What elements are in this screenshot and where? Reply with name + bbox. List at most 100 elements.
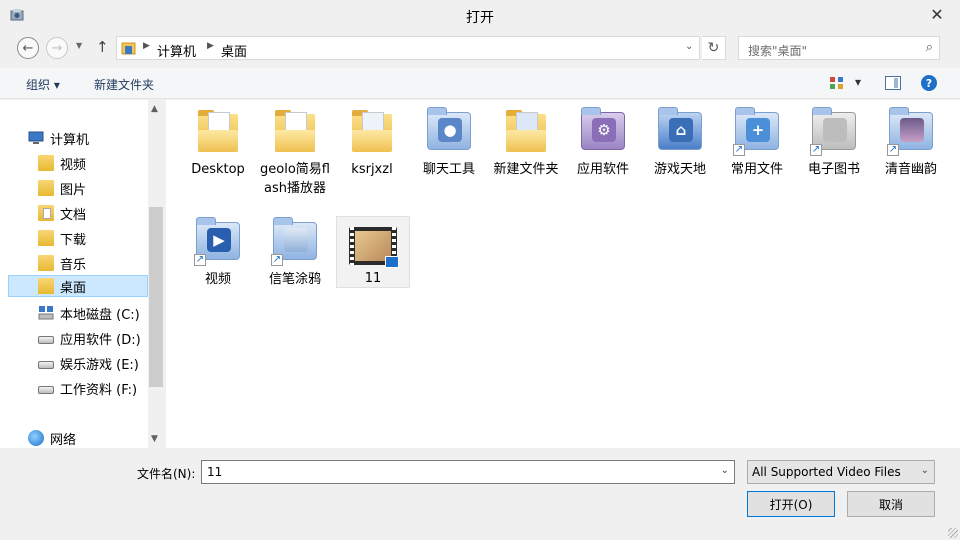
sidebar-item-computer[interactable]: 计算机 — [28, 127, 89, 149]
close-icon[interactable]: ✕ — [914, 0, 960, 28]
window-title: 打开 — [466, 10, 494, 26]
filename-field[interactable]: 11 ⌄ — [201, 460, 735, 484]
file-item-ebooks[interactable]: ↗ 电子图书 — [796, 106, 872, 179]
preview-pane-icon[interactable] — [885, 76, 901, 90]
folder-icon — [502, 106, 550, 154]
navigation-pane: 计算机 视频 图片 文档 下载 音乐 桌面 本地磁盘 (C:) 应用软件 (D:… — [0, 100, 164, 448]
sidebar-item-documents[interactable]: 文档 — [38, 202, 86, 224]
file-name: 常用文件 — [730, 162, 783, 177]
forward-button[interactable]: → — [46, 37, 68, 59]
folder-icon — [38, 278, 54, 294]
sidebar-item-videos[interactable]: 视频 — [38, 152, 86, 174]
video-file-icon — [349, 219, 399, 268]
file-name: 清音幽韵 — [884, 162, 937, 177]
file-name: ksrjxzl — [351, 162, 393, 177]
sidebar-item-network[interactable]: 网络 — [28, 427, 76, 449]
filename-value[interactable]: 11 — [207, 465, 222, 479]
drive-icon — [38, 306, 54, 320]
file-item-video-11[interactable]: 11 — [336, 216, 410, 288]
file-item-chat-tools[interactable]: ● 聊天工具 — [411, 106, 487, 179]
view-options-icon[interactable] — [829, 76, 845, 90]
chevron-down-icon[interactable]: ⌄ — [921, 465, 929, 476]
sidebar-item-pictures[interactable]: 图片 — [38, 177, 86, 199]
file-list: Desktop geolo简易flash播放器 ksrjxzl ● 聊天工具 新… — [166, 100, 960, 448]
sidebar-item-label: 图片 — [60, 182, 87, 198]
file-name: 应用软件 — [576, 162, 629, 177]
sidebar-item-label: 下载 — [60, 232, 87, 248]
sidebar-item-label: 文档 — [60, 207, 87, 223]
file-item-applications[interactable]: ⚙ 应用软件 — [565, 106, 641, 179]
organize-button[interactable]: 组织 ▾ — [26, 76, 60, 93]
scrollbar-thumb[interactable] — [149, 207, 163, 387]
nav-scrollbar[interactable]: ▲ ▼ — [148, 100, 164, 448]
sidebar-item-drive-e[interactable]: 娱乐游戏 (E:) — [38, 352, 139, 374]
sidebar-item-downloads[interactable]: 下载 — [38, 227, 86, 249]
shortcut-folder-icon: ▶ ↗ — [194, 216, 242, 266]
cancel-button[interactable]: 取消 — [847, 491, 935, 517]
file-item-desktop[interactable]: Desktop — [180, 106, 256, 179]
sidebar-item-label: 网络 — [50, 432, 77, 448]
sidebar-item-label: 工作资料 (F:) — [60, 382, 138, 398]
open-button[interactable]: 打开(O) — [747, 491, 835, 517]
folder-icon — [38, 180, 54, 196]
shortcut-folder-icon: + ↗ — [733, 106, 781, 156]
chevron-down-icon[interactable]: ⌄ — [721, 465, 729, 476]
file-item-ksrjxzl[interactable]: ksrjxzl — [334, 106, 410, 179]
file-item-games[interactable]: ⌂ 游戏天地 — [642, 106, 718, 179]
search-icon[interactable]: ⌕ — [926, 40, 933, 55]
folder-icon — [38, 255, 54, 271]
file-item-doodle[interactable]: ↗ 信笔涂鸦 — [257, 216, 333, 289]
file-item-new-folder[interactable]: 新建文件夹 — [488, 106, 564, 179]
file-name: geolo简易flash播放器 — [260, 162, 330, 196]
sidebar-item-drive-f[interactable]: 工作资料 (F:) — [38, 377, 137, 399]
title-bar: 打开 ✕ — [0, 0, 960, 31]
file-name: Desktop — [191, 162, 245, 177]
back-button[interactable]: ← — [17, 37, 39, 59]
search-placeholder: 搜索"桌面" — [748, 44, 808, 58]
folder-icon — [121, 42, 136, 55]
computer-icon — [28, 131, 44, 144]
drive-icon — [38, 361, 54, 369]
file-type-select[interactable]: All Supported Video Files ⌄ — [747, 460, 935, 484]
resize-grip[interactable] — [948, 528, 958, 538]
breadcrumb-desktop[interactable]: 桌面 — [221, 41, 247, 60]
new-folder-button[interactable]: 新建文件夹 — [94, 76, 154, 93]
chevron-down-icon[interactable]: ⌄ — [685, 41, 693, 52]
file-name: 游戏天地 — [653, 162, 706, 177]
folder-icon — [38, 155, 54, 171]
file-item-flash-player[interactable]: geolo简易flash播放器 — [257, 106, 333, 198]
chat-folder-icon: ● — [425, 106, 473, 154]
file-item-videos-shortcut[interactable]: ▶ ↗ 视频 — [180, 216, 256, 289]
file-name: 视频 — [204, 272, 231, 287]
chevron-right-icon[interactable]: ▶ — [143, 41, 150, 51]
command-toolbar: 组织 ▾ 新建文件夹 ▾ ? — [0, 68, 960, 99]
search-input[interactable]: 搜索"桌面" ⌕ — [738, 36, 940, 60]
drive-icon — [38, 336, 54, 344]
recent-locations-dropdown[interactable]: ▼ — [76, 41, 82, 50]
folder-icon — [348, 106, 396, 154]
scroll-down-icon[interactable]: ▼ — [151, 434, 158, 444]
chevron-right-icon[interactable]: ▶ — [207, 41, 214, 51]
file-item-music-folder[interactable]: ↗ 清音幽韵 — [873, 106, 949, 179]
help-icon[interactable]: ? — [921, 75, 937, 91]
sidebar-item-desktop[interactable]: 桌面 — [8, 275, 148, 297]
breadcrumb-computer[interactable]: 计算机 — [157, 41, 196, 60]
folder-icon — [38, 230, 54, 246]
sidebar-item-drive-c[interactable]: 本地磁盘 (C:) — [38, 302, 140, 324]
gear-folder-icon: ⚙ — [579, 106, 627, 154]
shortcut-folder-icon: ↗ — [810, 106, 858, 156]
file-item-common-files[interactable]: + ↗ 常用文件 — [719, 106, 795, 179]
shortcut-folder-icon: ↗ — [271, 216, 319, 266]
navigation-bar: ← → ▼ ↑ ▶ 计算机 ▶ 桌面 ⌄ ↻ 搜索"桌面" ⌕ — [0, 32, 960, 66]
folder-icon — [38, 205, 54, 221]
view-dropdown-icon[interactable]: ▾ — [855, 75, 861, 89]
address-bar[interactable]: ▶ 计算机 ▶ 桌面 ⌄ — [116, 36, 700, 60]
file-name: 11 — [364, 271, 382, 286]
sidebar-item-music[interactable]: 音乐 — [38, 252, 86, 274]
up-button[interactable]: ↑ — [96, 38, 109, 56]
refresh-button[interactable]: ↻ — [702, 36, 726, 60]
scroll-up-icon[interactable]: ▲ — [151, 104, 158, 114]
sidebar-item-drive-d[interactable]: 应用软件 (D:) — [38, 327, 141, 349]
sidebar-item-label: 视频 — [60, 157, 87, 173]
sidebar-item-label: 计算机 — [50, 132, 90, 148]
